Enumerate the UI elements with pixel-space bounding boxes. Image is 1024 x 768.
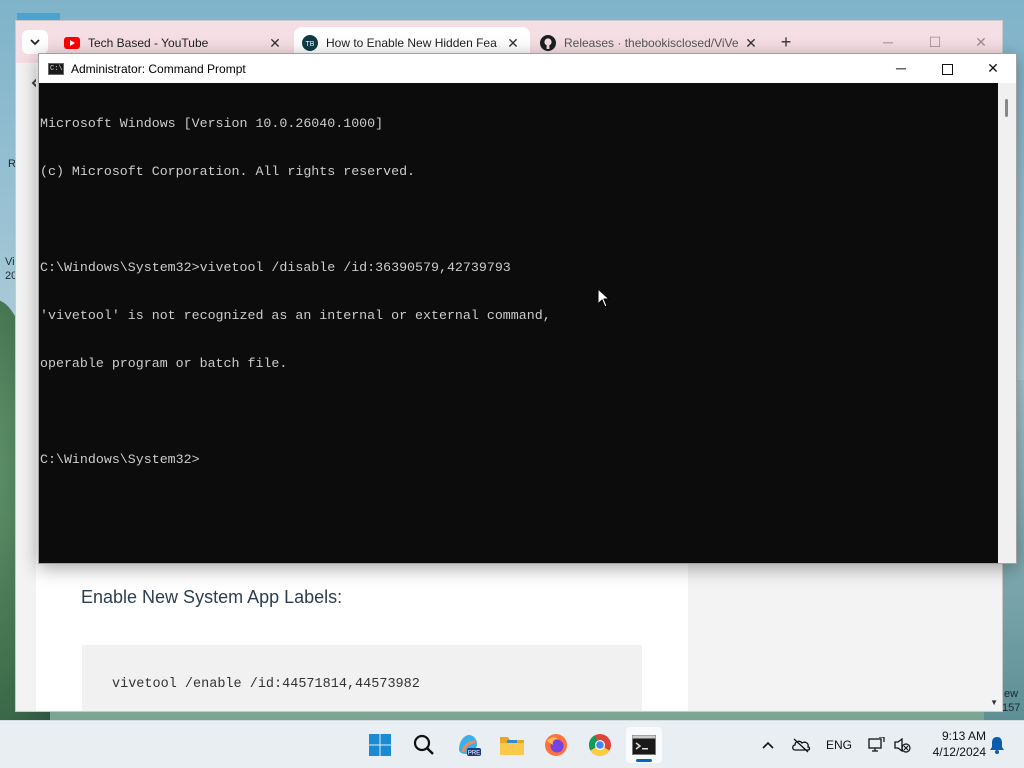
- network-icon[interactable]: [866, 735, 886, 755]
- cmd-output-line: 'vivetool' is not recognized as an inter…: [40, 308, 551, 323]
- terminal-icon[interactable]: [626, 727, 662, 763]
- cmd-prompt-line[interactable]: C:\Windows\System32>: [40, 452, 999, 468]
- minimize-icon[interactable]: ─: [873, 31, 903, 53]
- minimize-icon[interactable]: ─: [878, 54, 924, 83]
- close-icon[interactable]: ✕: [742, 35, 760, 52]
- cmd-title: Administrator: Command Prompt: [71, 61, 246, 76]
- svg-text:TB: TB: [306, 41, 315, 48]
- maximize-icon[interactable]: [924, 54, 970, 83]
- active-app-indicator: [636, 759, 652, 762]
- clock-date: 4/12/2024: [932, 745, 986, 759]
- volume-muted-icon[interactable]: [892, 735, 912, 755]
- cmd-title-bar[interactable]: C:\ Administrator: Command Prompt ─ ✕: [39, 54, 1016, 83]
- tab-list-button[interactable]: [22, 30, 48, 54]
- code-block: vivetool /enable /id:44571814,44573982: [82, 645, 642, 711]
- github-icon: [540, 35, 556, 51]
- taskbar: PRE ENG 9:13 AM 4/12/2024: [0, 720, 1024, 768]
- command-prompt-window[interactable]: C:\ Administrator: Command Prompt ─ ✕ Mi…: [38, 53, 1017, 564]
- cmd-output-line: [40, 404, 999, 420]
- chrome-icon[interactable]: [582, 727, 618, 763]
- close-icon[interactable]: ✕: [504, 35, 522, 52]
- copilot-badge: PRE: [468, 751, 480, 757]
- mouse-cursor-icon: [597, 288, 611, 308]
- close-icon[interactable]: ✕: [266, 35, 284, 52]
- chevron-down-icon: [30, 38, 40, 45]
- code-text[interactable]: vivetool /enable /id:44571814,44573982: [112, 677, 420, 692]
- cmd-output-line: C:\Windows\System32>vivetool /disable /i…: [40, 260, 511, 275]
- notification-bell-icon[interactable]: [988, 735, 1006, 755]
- tab-title: How to Enable New Hidden Fea: [326, 36, 497, 50]
- new-tab-button[interactable]: +: [774, 31, 798, 55]
- language-indicator[interactable]: ENG: [824, 735, 854, 755]
- clock-time: 9:13 AM: [941, 729, 986, 743]
- chevron-up-icon[interactable]: [760, 735, 776, 755]
- section-heading: Enable New System App Labels:: [81, 587, 343, 607]
- tab-title: Releases · thebookisclosed/ViVe: [564, 36, 739, 50]
- search-icon[interactable]: [406, 727, 442, 763]
- clock[interactable]: 9:13 AM 4/12/2024: [920, 728, 986, 760]
- cmd-output-line: operable program or batch file.: [40, 356, 288, 371]
- cmd-output-line: Microsoft Windows [Version 10.0.26040.10…: [40, 116, 384, 131]
- cmd-output-line: [40, 212, 999, 228]
- onedrive-offline-icon[interactable]: [790, 735, 812, 755]
- file-explorer-icon[interactable]: [494, 727, 530, 763]
- cmd-output-line: (c) Microsoft Corporation. All rights re…: [40, 164, 416, 179]
- tab-title: Tech Based - YouTube: [88, 36, 209, 50]
- desktop-edge-text: 157: [1002, 702, 1021, 714]
- desktop-edge-text: ew: [1004, 688, 1019, 700]
- cmd-scrollbar[interactable]: [998, 83, 1016, 563]
- close-icon[interactable]: ✕: [966, 31, 996, 53]
- youtube-icon: [64, 35, 80, 51]
- scroll-down-arrow-icon[interactable]: ▼: [990, 698, 998, 707]
- copilot-icon[interactable]: PRE: [450, 727, 486, 763]
- techbased-icon: TB: [302, 35, 318, 51]
- cmd-scroll-thumb[interactable]: [1005, 99, 1008, 117]
- cmd-output[interactable]: Microsoft Windows [Version 10.0.26040.10…: [39, 83, 999, 563]
- start-icon[interactable]: [362, 727, 398, 763]
- close-icon[interactable]: ✕: [970, 54, 1016, 83]
- firefox-icon[interactable]: [538, 727, 574, 763]
- desktop-edge-text: Vi: [5, 256, 15, 268]
- maximize-icon[interactable]: ☐: [920, 31, 950, 53]
- cmd-icon: C:\: [48, 62, 64, 75]
